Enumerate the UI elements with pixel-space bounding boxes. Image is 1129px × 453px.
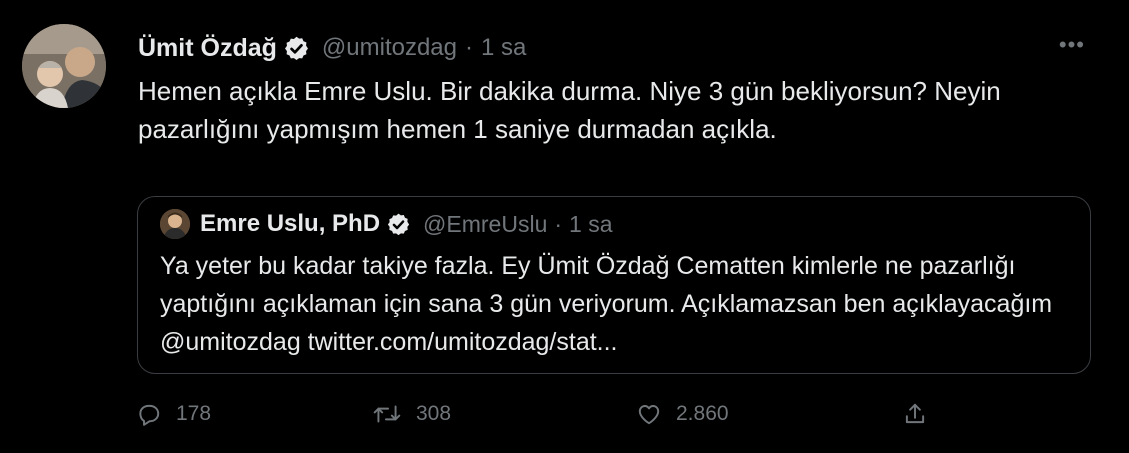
quoted-separator-dot: · (554, 210, 563, 237)
author-name[interactable]: Ümit Özdağ (138, 34, 277, 63)
author-handle[interactable]: @umitozdag (322, 34, 457, 62)
tweet-timestamp[interactable]: 1 sa (481, 34, 526, 62)
retweet-button[interactable]: 308 (372, 396, 451, 432)
quoted-tweet-header: Emre Uslu, PhD @EmreUslu · 1 sa (160, 207, 613, 241)
quoted-author-avatar[interactable] (160, 209, 190, 239)
author-avatar[interactable] (22, 24, 106, 108)
reply-count: 178 (176, 402, 212, 425)
quoted-author-handle[interactable]: @EmreUslu (423, 211, 547, 238)
retweet-icon (372, 401, 402, 427)
verified-badge-icon (283, 35, 310, 62)
avatar-photo (22, 24, 106, 108)
like-count: 2.860 (676, 402, 729, 425)
tweet-text: Hemen açıkla Emre Uslu. Bir dakika durma… (138, 76, 1001, 144)
quoted-verified-badge-icon (386, 212, 411, 237)
share-icon (902, 401, 928, 427)
like-button[interactable]: 2.860 (636, 396, 729, 432)
tweet-card[interactable]: Ümit Özdağ @umitozdag · 1 sa ••• Hemen a… (0, 0, 1129, 453)
quoted-author-name[interactable]: Emre Uslu, PhD (200, 210, 380, 238)
quoted-tweet[interactable]: Emre Uslu, PhD @EmreUslu · 1 sa Ya yeter… (137, 196, 1091, 374)
quoted-avatar-photo (160, 209, 190, 239)
retweet-count: 308 (416, 402, 452, 425)
tweet-header: Ümit Özdağ @umitozdag · 1 sa (138, 30, 526, 66)
reply-icon (136, 401, 162, 427)
quoted-tweet-timestamp[interactable]: 1 sa (569, 211, 612, 238)
reply-button[interactable]: 178 (136, 396, 211, 432)
separator-dot: · (465, 34, 473, 61)
share-button[interactable] (902, 396, 928, 432)
tweet-actions-bar: 178 308 2.860 (136, 396, 936, 432)
more-options-icon[interactable]: ••• (1059, 32, 1085, 58)
like-icon (636, 401, 662, 427)
quoted-tweet-text: Ya yeter bu kadar takiye fazla. Ey Ümit … (160, 252, 1053, 356)
